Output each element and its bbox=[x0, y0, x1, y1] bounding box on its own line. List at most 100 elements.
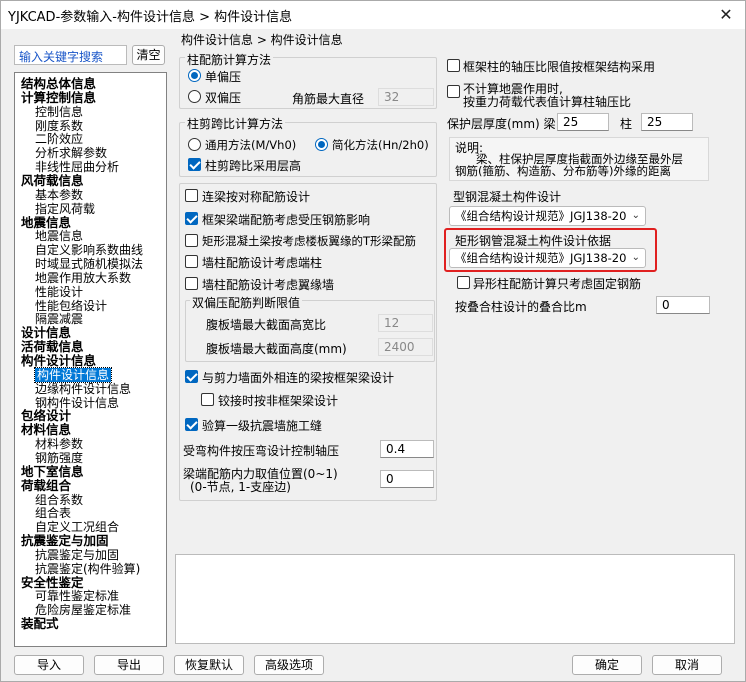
title-bar: YJKCAD-参数输入-构件设计信息 > 构件设计信息 ✕ bbox=[1, 1, 745, 29]
tree-item[interactable]: 边缘构件设计信息 bbox=[35, 382, 131, 396]
tree-item[interactable]: 安全性鉴定 bbox=[21, 575, 84, 590]
overlap-ratio-label: 按叠合柱设计的叠合比m bbox=[455, 300, 587, 314]
tree-item[interactable]: 基本参数 bbox=[35, 188, 83, 202]
tree-item[interactable]: 地下室信息 bbox=[21, 464, 84, 479]
dialog-window: YJKCAD-参数输入-构件设计信息 > 构件设计信息 ✕ 输入关键字搜索 清空… bbox=[0, 0, 746, 682]
column-shear-title: 柱剪跨比计算方法 bbox=[185, 115, 286, 132]
tree-item[interactable]: 指定风荷载 bbox=[35, 202, 95, 216]
checkbox-flange-wall[interactable] bbox=[185, 277, 198, 290]
tree-item[interactable]: 组合表 bbox=[35, 506, 71, 520]
radio-double-bias-label: 双偏压 bbox=[205, 91, 242, 105]
ok-button[interactable]: 确定 bbox=[572, 655, 642, 675]
cover-column-label: 柱 bbox=[620, 117, 633, 131]
radio-general-method[interactable] bbox=[188, 138, 201, 151]
checkbox-t-beam-label: 矩形混凝土梁按考虑楼板翼缘的T形梁配筋 bbox=[202, 234, 417, 248]
export-button[interactable]: 导出 bbox=[94, 655, 164, 675]
radio-single-bias[interactable] bbox=[188, 69, 201, 82]
tree-item[interactable]: 材料信息 bbox=[21, 423, 71, 437]
checkbox-construction-joint-label: 验算一级抗震墙施工缝 bbox=[202, 419, 323, 433]
checkbox-frame-axial-limit[interactable] bbox=[447, 59, 460, 72]
breadcrumb: 构件设计信息 > 构件设计信息 bbox=[181, 33, 343, 47]
tree-item[interactable]: 控制信息 bbox=[35, 105, 83, 119]
wall-ratio-field[interactable]: 12 bbox=[378, 314, 433, 332]
radio-simplified-method-label: 简化方法(Hn/2h0) bbox=[332, 138, 429, 152]
checkbox-end-column-label: 墙柱配筋设计考虑端柱 bbox=[202, 256, 323, 270]
checkbox-coupling-beam[interactable] bbox=[185, 189, 198, 202]
tree-item[interactable]: 结构总体信息 bbox=[21, 77, 96, 91]
cover-beam-field[interactable]: 25 bbox=[557, 113, 609, 131]
checkbox-frame-axial-limit-label: 框架柱的轴压比限值按框架结构采用 bbox=[463, 60, 656, 74]
beam-end-position-field[interactable]: 0 bbox=[380, 470, 434, 488]
radio-single-bias-label: 单偏压 bbox=[205, 70, 242, 84]
steel-concrete-label: 型钢混凝土构件设计 bbox=[453, 190, 562, 204]
tree-item[interactable]: 地震信息 bbox=[35, 229, 83, 243]
checkbox-compression-rebar[interactable] bbox=[185, 212, 198, 225]
description-textarea[interactable] bbox=[175, 554, 735, 644]
tree-item[interactable]: 非线性屈曲分析 bbox=[35, 160, 119, 174]
tree-item[interactable]: 组合系数 bbox=[35, 493, 83, 507]
checkbox-compression-rebar-label: 框架梁端配筋考虑受压钢筋影响 bbox=[202, 213, 371, 227]
tree-item[interactable]: 装配式 bbox=[21, 617, 59, 631]
checkbox-special-column[interactable] bbox=[457, 276, 470, 289]
close-icon[interactable]: ✕ bbox=[715, 4, 737, 26]
angle-bar-field[interactable]: 32 bbox=[378, 88, 434, 106]
cover-beam-label: 保护层厚度(mm) 梁 bbox=[447, 117, 556, 131]
tree-item[interactable]: 性能包络设计 bbox=[35, 299, 107, 313]
tree-item[interactable]: 抗震鉴定与加固 bbox=[35, 548, 119, 562]
tree-item[interactable]: 构件设计信息 bbox=[21, 354, 96, 368]
clear-button[interactable]: 清空 bbox=[132, 45, 165, 65]
angle-bar-label: 角筋最大直径 bbox=[292, 92, 365, 106]
tree-item[interactable]: 抗震鉴定(构件验算) bbox=[35, 562, 140, 576]
checkbox-frame-beam[interactable] bbox=[185, 370, 198, 383]
tree-item[interactable]: 可靠性鉴定标准 bbox=[35, 589, 119, 603]
checkbox-shear-floor-height[interactable] bbox=[188, 158, 201, 171]
checkbox-coupling-beam-label: 连梁按对称配筋设计 bbox=[202, 190, 311, 204]
checkbox-end-column[interactable] bbox=[185, 255, 198, 268]
column-rebar-title: 柱配筋计算方法 bbox=[185, 51, 274, 68]
checkbox-no-seismic-label-2: 按重力荷载代表值计算柱轴压比 bbox=[463, 95, 632, 109]
wall-height-field[interactable]: 2400 bbox=[378, 338, 433, 356]
cover-column-field[interactable]: 25 bbox=[641, 113, 693, 131]
nav-tree: 结构总体信息 计算控制信息 控制信息 刚度系数 二阶效应 分析求解参数 非线性屈曲分析 风荷载… bbox=[14, 72, 167, 647]
tree-item[interactable]: 地震作用放大系数 bbox=[35, 271, 131, 285]
wall-ratio-label: 腹板墙最大截面高宽比 bbox=[206, 318, 327, 332]
checkbox-construction-joint[interactable] bbox=[185, 418, 198, 431]
tree-item[interactable]: 时域显式随机模拟法 bbox=[35, 257, 143, 271]
checkbox-frame-beam-label: 与剪力墙面外相连的梁按框架梁设计 bbox=[202, 371, 395, 385]
tree-item[interactable]: 性能设计 bbox=[35, 285, 83, 299]
checkbox-hinged-beam-label: 铰接时按非框架梁设计 bbox=[218, 394, 339, 408]
tree-item[interactable]: 构件设计信息 bbox=[33, 366, 113, 383]
rect-steel-tube-select[interactable]: 《组合结构设计规范》JGJ138-20 ⌄ bbox=[449, 248, 646, 268]
checkbox-t-beam[interactable] bbox=[185, 234, 198, 247]
tree-item[interactable]: 抗震鉴定与加固 bbox=[21, 534, 109, 548]
restore-default-button[interactable]: 恢复默认 bbox=[174, 655, 244, 675]
import-button[interactable]: 导入 bbox=[14, 655, 84, 675]
tree-item[interactable]: 二阶效应 bbox=[35, 132, 83, 146]
checkbox-no-seismic[interactable] bbox=[447, 85, 460, 98]
radio-general-method-label: 通用方法(M/Vh0) bbox=[205, 138, 297, 152]
tree-item[interactable]: 刚度系数 bbox=[35, 119, 83, 133]
search-placeholder: 输入关键字搜索 bbox=[19, 50, 104, 64]
radio-double-bias[interactable] bbox=[188, 90, 201, 103]
steel-concrete-select[interactable]: 《组合结构设计规范》JGJ138-20 ⌄ bbox=[449, 206, 646, 226]
checkbox-flange-wall-label: 墙柱配筋设计考虑翼缘墙 bbox=[202, 278, 335, 292]
tree-item[interactable]: 地震信息 bbox=[21, 215, 71, 230]
checkbox-hinged-beam[interactable] bbox=[201, 393, 214, 406]
tree-item[interactable]: 荷载组合 bbox=[21, 478, 71, 493]
window-title: YJKCAD-参数输入-构件设计信息 > 构件设计信息 bbox=[8, 10, 293, 25]
overlap-ratio-field[interactable]: 0 bbox=[656, 296, 710, 314]
cancel-button[interactable]: 取消 bbox=[652, 655, 722, 675]
chevron-down-icon: ⌄ bbox=[631, 210, 640, 221]
radio-simplified-method[interactable] bbox=[315, 138, 328, 151]
tree-item[interactable]: 计算控制信息 bbox=[21, 90, 96, 105]
tree-item[interactable]: 自定义影响系数曲线 bbox=[35, 243, 143, 257]
axial-control-field[interactable]: 0.4 bbox=[380, 440, 434, 458]
tree-item[interactable]: 风荷载信息 bbox=[21, 173, 84, 188]
tree-item[interactable]: 材料参数 bbox=[35, 437, 83, 451]
steel-concrete-value: 《组合结构设计规范》JGJ138-20 bbox=[455, 209, 627, 223]
advanced-options-button[interactable]: 高级选项 bbox=[254, 655, 324, 675]
search-input[interactable]: 输入关键字搜索 bbox=[14, 45, 127, 65]
tree-item[interactable]: 分析求解参数 bbox=[35, 146, 107, 160]
checkbox-shear-floor-height-label: 柱剪跨比采用层高 bbox=[205, 159, 302, 173]
tree-item[interactable]: 钢筋强度 bbox=[35, 451, 83, 465]
